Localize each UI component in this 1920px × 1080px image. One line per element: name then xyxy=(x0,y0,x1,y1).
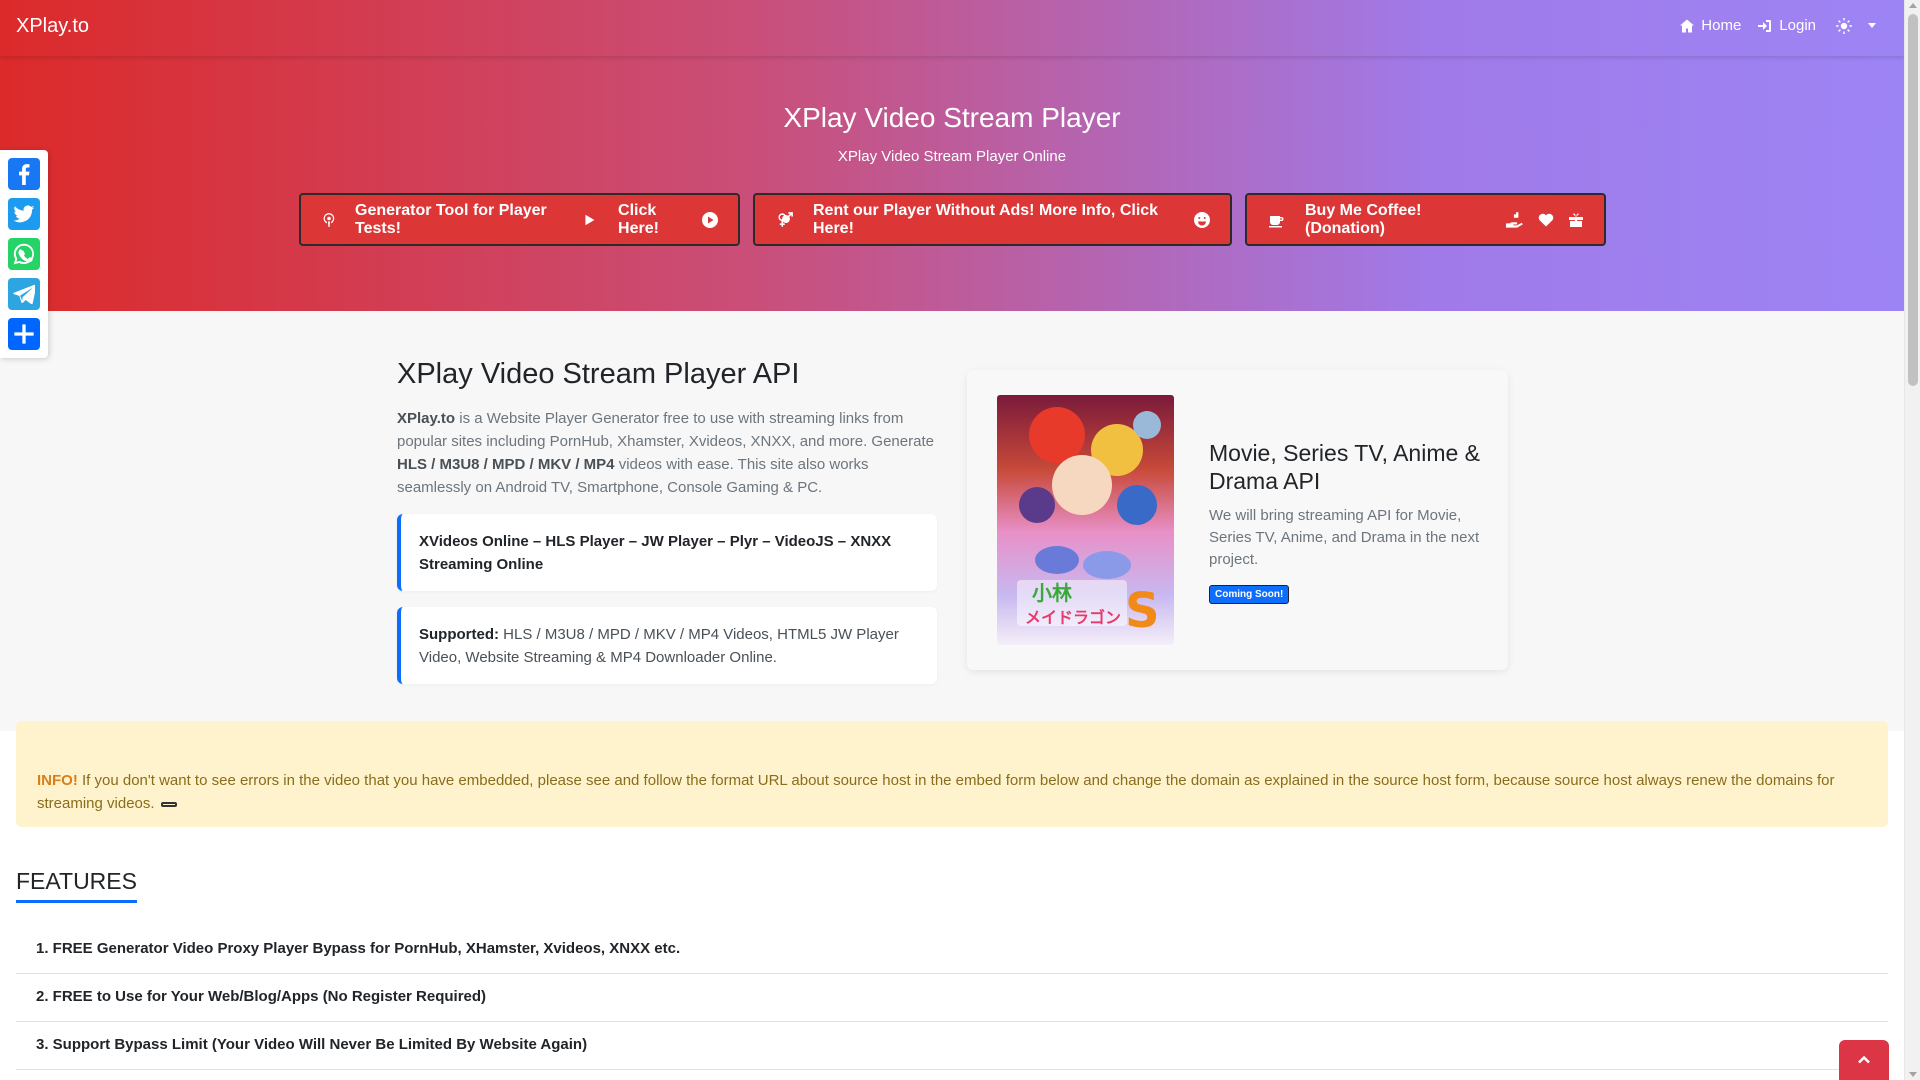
api-desc-formats: HLS / M3U8 / MPD / MKV / MP4 xyxy=(397,456,615,473)
brand-logo[interactable]: XPlay.to xyxy=(16,15,89,38)
hand-holding-icon xyxy=(1506,211,1523,228)
alert-text-wrapper: INFO! If you don't want to see errors in… xyxy=(37,769,1837,815)
home-icon xyxy=(1680,19,1695,32)
hero-subtitle: XPlay Video Stream Player Online xyxy=(837,148,1067,165)
coming-soon-badge: Coming Soon! xyxy=(1209,585,1290,604)
theme-toggle-dropdown[interactable] xyxy=(1836,17,1876,34)
coffee-icon xyxy=(1269,215,1284,227)
page-scrollbar[interactable] xyxy=(1904,0,1920,1080)
info-alert: INFO! If you don't want to see errors in… xyxy=(16,721,1888,827)
api-section xyxy=(0,311,1904,731)
feature-item: 2. FREE to Use for Your Web/Blog/Apps (N… xyxy=(16,974,1888,1022)
social-share-sidebar xyxy=(0,150,48,358)
whatsapp-icon xyxy=(13,243,34,265)
share-telegram-button[interactable] xyxy=(8,278,40,310)
back-to-top-button[interactable] xyxy=(1839,1040,1889,1080)
buy-coffee-label: Buy Me Coffee! (Donation) xyxy=(1305,201,1422,237)
gift-icon xyxy=(1569,213,1583,227)
share-facebook-button[interactable] xyxy=(8,158,40,190)
supported-label: Supported: xyxy=(419,626,499,643)
twitter-icon xyxy=(13,205,35,223)
nav-login-label: Login xyxy=(1779,17,1816,34)
rent-player-label: Rent our Player Without Ads! More Info, … xyxy=(813,201,1159,237)
card-title: Movie, Series TV, Anime & Drama API xyxy=(1209,440,1481,494)
features-heading: FEATURES xyxy=(16,868,137,903)
player-types-blockquote: XVideos Online – HLS Player – JW Player … xyxy=(397,514,937,591)
hero-title: XPlay Video Stream Player xyxy=(783,102,1121,133)
nav-login-link[interactable]: Login xyxy=(1757,17,1816,34)
scrollbar-thumb[interactable] xyxy=(1908,14,1918,386)
scroll-down-arrow[interactable] xyxy=(1909,1072,1917,1077)
share-twitter-button[interactable] xyxy=(8,198,40,230)
nav-home-link[interactable]: Home xyxy=(1679,17,1741,34)
buy-coffee-button[interactable]: Buy Me Coffee! (Donation) xyxy=(1245,193,1606,246)
chevron-down-icon xyxy=(1868,23,1876,28)
heart-icon xyxy=(1538,213,1554,226)
generator-tool-label: Generator Tool for Player Tests! xyxy=(355,201,547,237)
api-desc-part1: is a Website Player Generator free to us… xyxy=(397,410,934,450)
play-icon xyxy=(585,214,595,225)
api-description: XPlay.to is a Website Player Generator f… xyxy=(397,407,937,499)
api-desc-brand: XPlay.to xyxy=(397,410,456,427)
svg-text:S: S xyxy=(1125,583,1160,639)
scroll-up-arrow[interactable] xyxy=(1909,3,1917,8)
api-title: XPlay Video Stream Player API xyxy=(397,358,800,390)
sun-icon xyxy=(1836,17,1852,34)
telegram-icon xyxy=(13,284,35,305)
sign-in-icon xyxy=(1758,19,1772,32)
card-description: We will bring streaming API for Movie, S… xyxy=(1209,507,1480,568)
gender-icon xyxy=(778,211,793,227)
svg-text:小林: 小林 xyxy=(1032,581,1072,605)
supported-formats-blockquote: Supported: HLS / M3U8 / MPD / MKV / MP4 … xyxy=(397,607,937,684)
plus-icon xyxy=(14,324,34,344)
anime-poster-image: 小林 メイドラゴン S xyxy=(997,395,1174,645)
podcast-icon xyxy=(323,212,335,227)
top-navbar: XPlay.to Home Login xyxy=(0,0,1904,56)
share-more-button[interactable] xyxy=(8,318,40,350)
generator-tool-suffix: Click Here! xyxy=(618,201,659,237)
generator-tool-button[interactable]: Generator Tool for Player Tests! Click H… xyxy=(299,193,740,246)
play-circle-icon xyxy=(702,211,718,228)
feature-item: 1. FREE Generator Video Proxy Player Byp… xyxy=(16,926,1888,974)
rent-player-button[interactable]: Rent our Player Without Ads! More Info, … xyxy=(753,193,1232,246)
nav-home-label: Home xyxy=(1701,17,1742,34)
alert-close-button[interactable] xyxy=(160,801,177,807)
movie-api-card: 小林 メイドラゴン S Movie, Series TV, Anime & Dr… xyxy=(967,370,1508,670)
alert-label: INFO! xyxy=(37,772,78,789)
share-whatsapp-button[interactable] xyxy=(8,238,40,270)
feature-item: 3. Support Bypass Limit (Your Video Will… xyxy=(16,1022,1888,1070)
facebook-icon xyxy=(19,164,30,185)
alert-text: If you don't want to see errors in the v… xyxy=(37,772,1835,812)
nav-links: Home Login xyxy=(1679,17,1876,34)
smile-icon xyxy=(1194,211,1210,228)
svg-text:メイドラゴン: メイドラゴン xyxy=(1025,608,1121,627)
chevron-up-icon xyxy=(1858,1055,1870,1064)
